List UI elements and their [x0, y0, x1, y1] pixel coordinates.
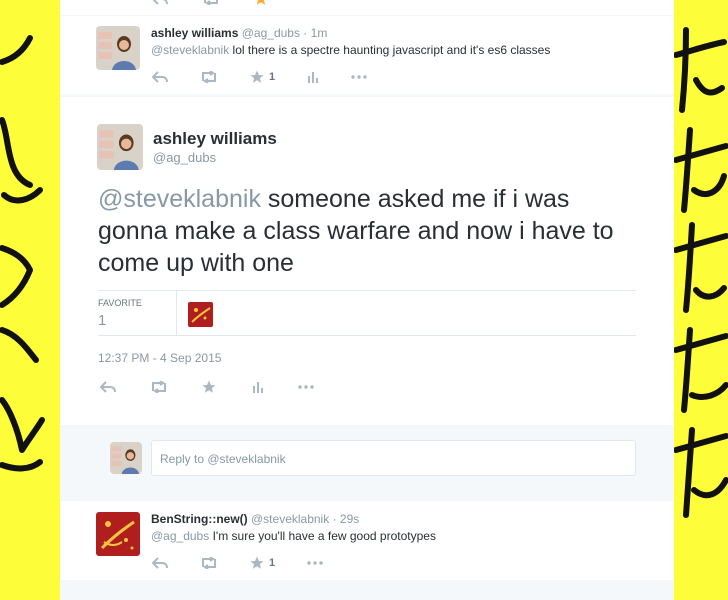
reply-icon[interactable]	[152, 0, 168, 5]
tweet-time[interactable]: 29s	[340, 512, 359, 526]
avatar-ashley[interactable]	[97, 124, 143, 170]
current-user-avatar	[110, 442, 142, 474]
favorite-label: FAVORITE	[98, 298, 142, 308]
favorite-button[interactable]: 1	[250, 556, 275, 570]
divider	[98, 290, 636, 291]
retweet-icon[interactable]	[200, 557, 218, 569]
mention-link[interactable]: @ag_dubs	[151, 529, 209, 543]
analytics-icon[interactable]	[252, 381, 264, 393]
separator: ·	[329, 512, 340, 526]
more-icon[interactable]	[298, 385, 314, 389]
star-icon	[250, 70, 264, 83]
right-doodle	[674, 0, 728, 600]
divider	[98, 335, 636, 336]
author-name[interactable]: BenString::new()	[151, 512, 248, 526]
separator: ·	[299, 26, 311, 40]
retweet-icon[interactable]	[202, 0, 220, 5]
tweet-timestamp[interactable]: 12:37 PM - 4 Sep 2015	[98, 351, 221, 365]
tweet-text: I'm sure you'll have a few good prototyp…	[209, 529, 436, 543]
retweet-icon[interactable]	[150, 381, 168, 393]
favorite-count: 1	[269, 557, 276, 569]
more-icon[interactable]	[307, 561, 323, 565]
mention-link[interactable]: @steveklabnik	[98, 185, 261, 213]
avatar-ashley[interactable]	[96, 26, 140, 70]
favorite-button[interactable]: 1	[250, 70, 275, 84]
reply-mention: @steveklabnik	[207, 452, 286, 466]
tweet-card[interactable]: ashley williams @ag_dubs · 1m @steveklab…	[60, 16, 674, 94]
reply-icon[interactable]	[152, 71, 168, 83]
reply-composer: Reply to @steveklabnik	[60, 425, 674, 498]
tweet-card[interactable]: BenString::new() @steveklabnik · 29s @ag…	[60, 501, 674, 580]
previous-tweet-fragment	[60, 0, 674, 15]
favorite-count[interactable]: 1	[98, 312, 106, 329]
reply-icon[interactable]	[152, 557, 168, 569]
reply-prefix: Reply to	[160, 452, 208, 466]
left-doodle	[0, 0, 60, 600]
tweet-stream: ashley williams @ag_dubs · 1m @steveklab…	[60, 0, 674, 600]
mention-link[interactable]: @steveklabnik	[151, 43, 229, 57]
analytics-icon[interactable]	[307, 71, 319, 83]
author-name[interactable]: ashley williams	[153, 129, 277, 149]
author-name[interactable]: ashley williams	[151, 26, 238, 40]
reply-input[interactable]: Reply to @steveklabnik	[151, 440, 636, 476]
favorite-count: 1	[269, 71, 276, 83]
star-icon-active[interactable]	[254, 0, 268, 6]
star-icon	[250, 556, 264, 569]
more-icon[interactable]	[351, 75, 367, 79]
expanded-tweet: ashley williams @ag_dubs @steveklabnik s…	[60, 97, 674, 425]
author-handle[interactable]: @ag_dubs	[153, 150, 216, 165]
author-handle[interactable]: @ag_dubs	[242, 26, 300, 40]
reply-icon[interactable]	[100, 381, 116, 393]
author-handle[interactable]: @steveklabnik	[251, 512, 329, 526]
stats-separator	[176, 290, 177, 335]
favoriter-avatar[interactable]	[188, 302, 213, 327]
tweet-time[interactable]: 1m	[311, 26, 328, 40]
star-icon[interactable]	[202, 380, 216, 394]
tweet-text: lol there is a spectre haunting javascri…	[229, 43, 551, 57]
retweet-icon[interactable]	[200, 71, 218, 83]
avatar-benstring[interactable]	[96, 512, 140, 556]
